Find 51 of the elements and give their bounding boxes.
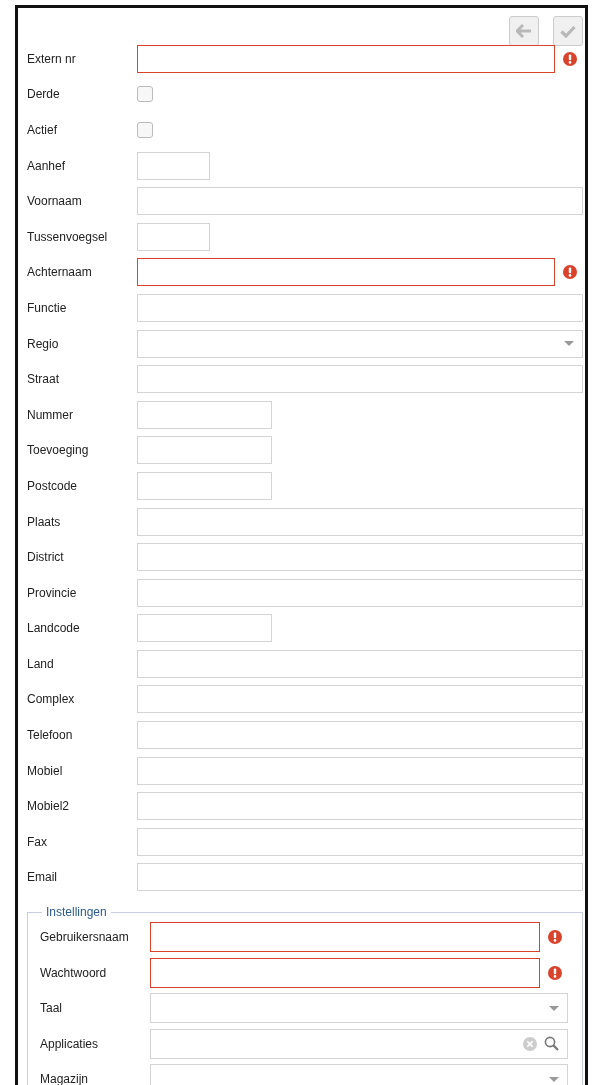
field-label: Derde <box>27 87 61 102</box>
field-label: Aanhef <box>27 158 67 173</box>
field-label: Actief <box>27 123 58 137</box>
field-label: Complex <box>27 692 76 707</box>
field-label: Gebruikersnaam <box>40 930 130 945</box>
lookup-field[interactable] <box>150 1028 568 1059</box>
field-label: Email <box>27 870 58 885</box>
field-label: Provincie <box>27 585 78 600</box>
clear-icon[interactable] <box>523 1036 537 1051</box>
error-icon <box>563 265 577 280</box>
error-icon <box>548 965 562 980</box>
caret-icon <box>564 341 574 347</box>
select-field[interactable] <box>150 993 568 1024</box>
field-label: Achternaam <box>27 265 93 280</box>
field-label: Straat <box>27 372 60 387</box>
arrow-left-icon <box>516 24 532 38</box>
field-label: Magazijn <box>40 1072 90 1085</box>
field-label: Toevoeging <box>27 443 90 458</box>
input-field[interactable] <box>137 258 555 287</box>
section-legend: Instellingen <box>42 905 111 920</box>
field-label: Mobiel2 <box>27 799 71 814</box>
error-icon <box>548 930 562 945</box>
caret-icon <box>549 1005 559 1011</box>
error-icon <box>563 51 577 66</box>
select-field[interactable] <box>137 329 583 358</box>
field-label: Fax <box>27 834 48 849</box>
field-label: District <box>27 550 65 565</box>
select-field[interactable] <box>150 1064 568 1085</box>
field-label: Regio <box>27 336 60 351</box>
checkmark-icon <box>560 24 576 38</box>
checkbox[interactable] <box>137 122 153 138</box>
field-label: Wachtwoord <box>40 965 108 980</box>
field-label: Tussenvoegsel <box>27 229 109 244</box>
field-label: Functie <box>27 300 68 315</box>
field-label: Telefoon <box>27 728 74 743</box>
field-label: Mobiel <box>27 763 64 778</box>
field-label: Postcode <box>27 478 79 493</box>
field-label: Taal <box>40 1001 63 1016</box>
input-field[interactable] <box>137 44 555 73</box>
field-label: Voornaam <box>27 194 83 209</box>
search-icon[interactable] <box>544 1036 559 1052</box>
field-label: Landcode <box>27 621 81 636</box>
field-label: Extern nr <box>27 51 77 66</box>
field-label: Nummer <box>27 407 74 422</box>
field-label: Land <box>27 656 55 671</box>
caret-icon <box>549 1076 559 1082</box>
field-label: Applicaties <box>40 1036 100 1051</box>
input-field[interactable] <box>150 922 540 953</box>
field-label: Plaats <box>27 514 62 529</box>
input-field[interactable] <box>150 957 540 988</box>
checkbox[interactable] <box>137 86 153 103</box>
